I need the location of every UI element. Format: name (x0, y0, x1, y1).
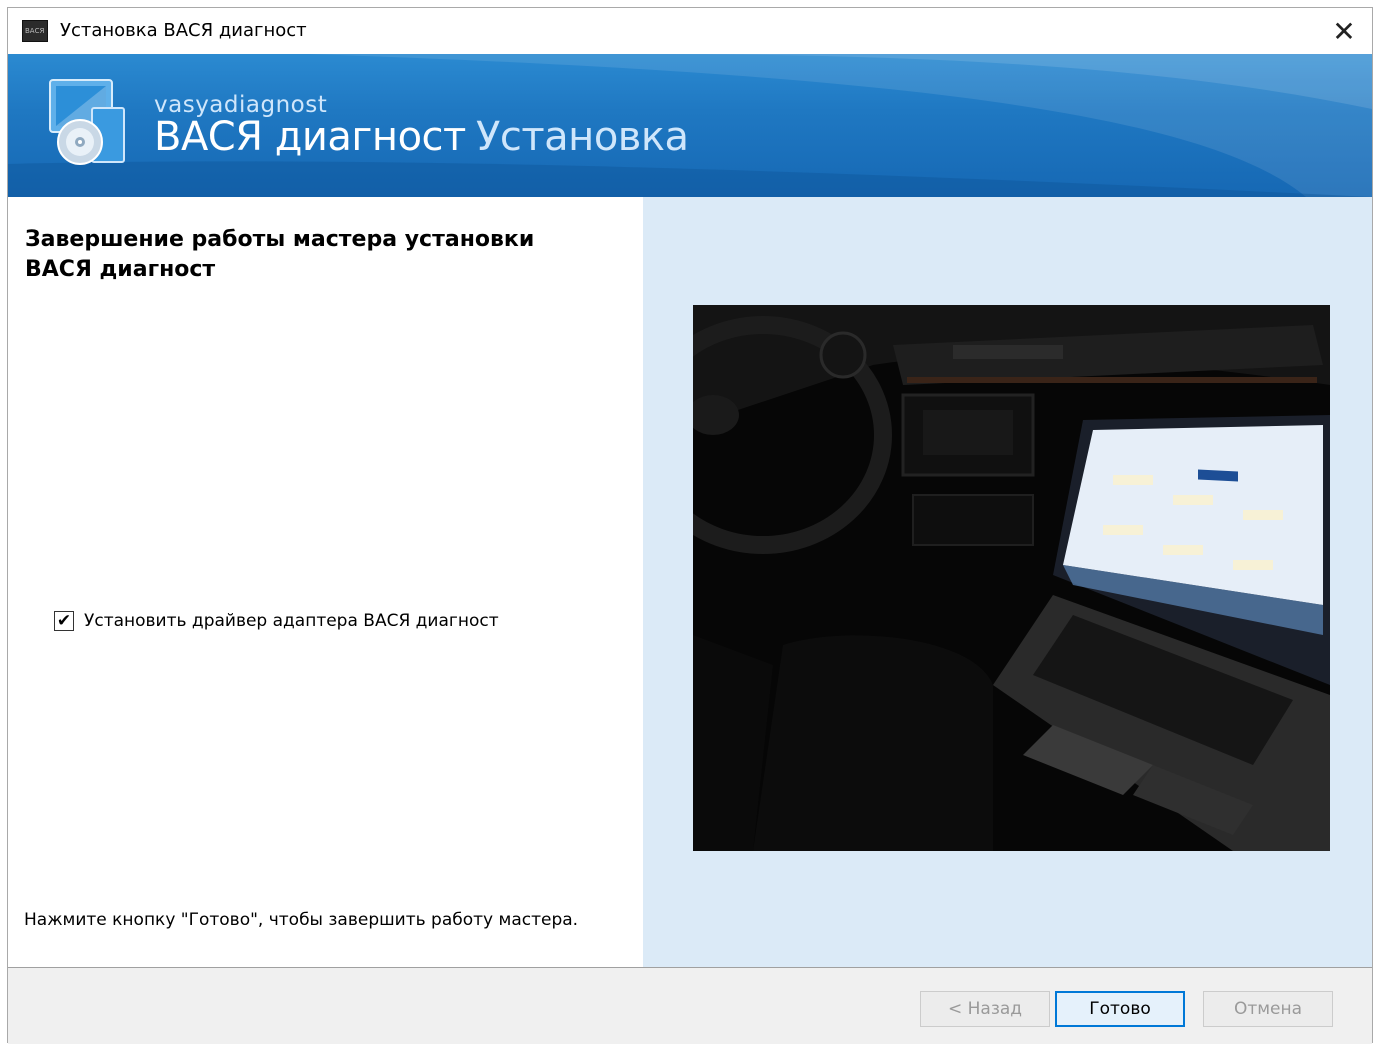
page-title: Завершение работы мастера установки ВАСЯ… (25, 227, 535, 282)
close-button[interactable]: ✕ (1322, 11, 1366, 51)
content-right-panel (643, 197, 1372, 967)
content-left-panel: Завершение работы мастера установки ВАСЯ… (8, 197, 643, 967)
car-laptop-photo (693, 305, 1330, 851)
banner-subtitle: Установка (476, 114, 689, 160)
header-banner: vasyadiagnost ВАСЯ диагност Установка (8, 54, 1372, 197)
back-button[interactable]: < Назад (920, 991, 1050, 1027)
install-driver-option[interactable]: ✔ Установить драйвер адаптера ВАСЯ диагн… (54, 611, 499, 631)
banner-title: ВАСЯ диагност (154, 114, 466, 160)
title-bar: ВАСЯ Установка ВАСЯ диагност ✕ (8, 8, 1372, 54)
install-driver-label[interactable]: Установить драйвер адаптера ВАСЯ диагнос… (84, 611, 499, 631)
installer-window: ВАСЯ Установка ВАСЯ диагност ✕ vasyadiag… (7, 7, 1373, 1044)
installer-disc-icon (49, 79, 125, 165)
cancel-button[interactable]: Отмена (1203, 991, 1333, 1027)
car-laptop-illustration (693, 305, 1330, 851)
finish-button[interactable]: Готово (1055, 991, 1185, 1027)
install-driver-checkbox[interactable]: ✔ (54, 611, 74, 631)
button-bar: < Назад Готово Отмена (8, 968, 1372, 1044)
app-icon-text: ВАСЯ (25, 27, 45, 35)
finish-instruction-text: Нажмите кнопку "Готово", чтобы завершить… (24, 910, 579, 930)
app-icon: ВАСЯ (22, 20, 48, 42)
window-title: Установка ВАСЯ диагност (60, 20, 307, 41)
